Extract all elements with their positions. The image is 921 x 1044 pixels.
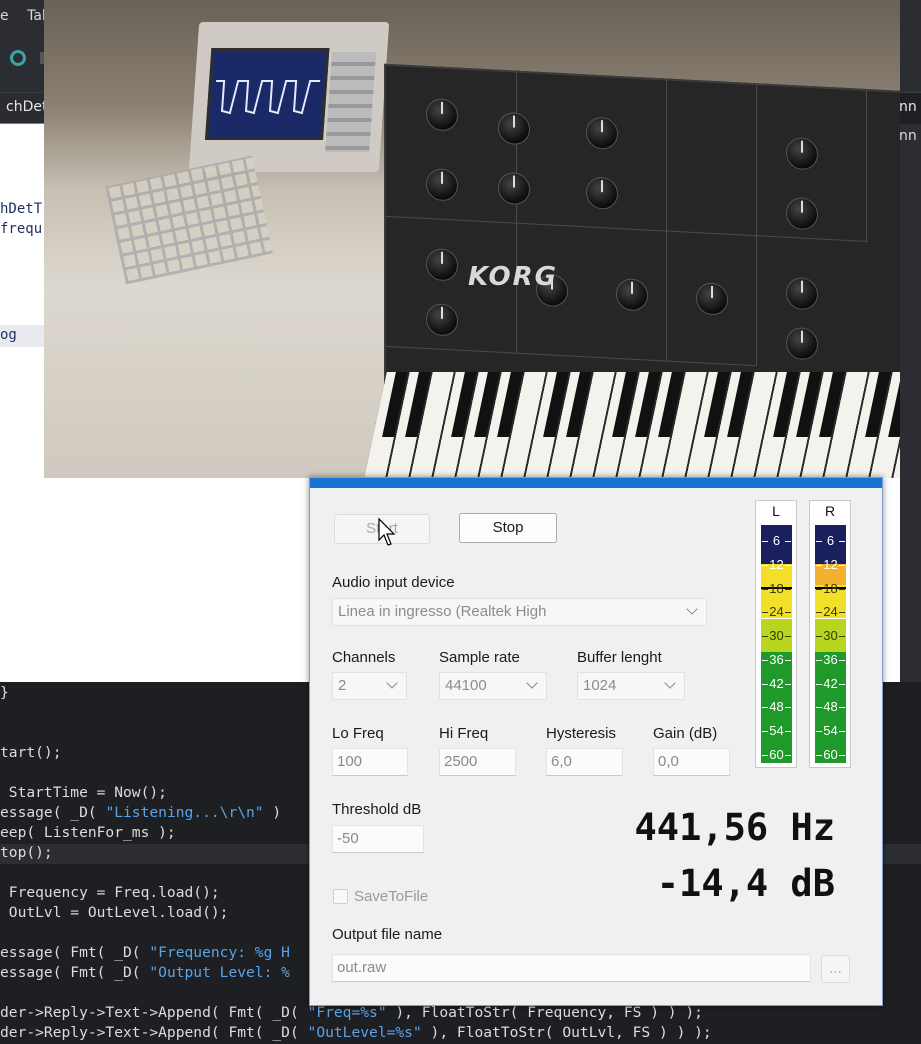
threshold-label: Threshold dB: [332, 801, 422, 818]
meter-tick-label: 30: [815, 629, 846, 643]
chevron-down-icon: [386, 677, 398, 689]
code-brace: }: [0, 684, 9, 701]
code-line: Frequency = Freq.load();: [0, 884, 220, 901]
code-line: eep( ListenFor_ms );: [0, 824, 176, 841]
hysteresis-label: Hysteresis: [546, 725, 617, 742]
audio-device-label: Audio input device: [332, 574, 455, 591]
meter-tick-label: 42: [815, 676, 846, 691]
lo-freq-input[interactable]: 100: [332, 748, 408, 776]
meter-tick-label: 36: [761, 652, 792, 667]
form-text-3: og: [0, 327, 17, 343]
form-text-1: hDetT: [0, 201, 43, 217]
meter-tick-label: 18: [815, 581, 846, 596]
output-file-label: Output file name: [332, 926, 443, 943]
level-readout: -14,4 dB: [656, 862, 835, 905]
video-overlay: KORG: [44, 0, 900, 478]
gain-input[interactable]: 0,0: [653, 748, 730, 776]
meter-left: L 6 12 18 24 30 36 42 48 54 60: [755, 500, 797, 768]
audio-device-select[interactable]: Linea in ingresso (Realtek High: [332, 598, 707, 626]
output-file-input[interactable]: out.raw: [332, 954, 811, 982]
meter-tick-label: 6: [815, 534, 846, 548]
oscilloscope-controls: [325, 52, 377, 152]
sample-rate-label: Sample rate: [439, 649, 520, 666]
audio-device-value: Linea in ingresso (Realtek High: [338, 603, 547, 620]
meter-tick-label: 18: [761, 581, 792, 596]
code-line: essage( Fmt( _D( "Output Level: %: [0, 964, 290, 981]
meter-right-label: R: [824, 503, 836, 519]
chevron-down-icon: [526, 677, 538, 689]
dialog-titlebar[interactable]: [310, 478, 882, 488]
save-to-file-checkbox[interactable]: [333, 889, 348, 904]
channels-select[interactable]: 2: [332, 672, 407, 700]
run-icon[interactable]: [10, 50, 26, 66]
buffer-length-select[interactable]: 1024: [577, 672, 685, 700]
oscilloscope-screen: [204, 48, 330, 140]
stop-button[interactable]: Stop: [459, 513, 557, 543]
sample-rate-select[interactable]: 44100: [439, 672, 547, 700]
code-line: essage( Fmt( _D( "Frequency: %g H: [0, 944, 290, 961]
meter-tick-label: 24: [761, 605, 792, 619]
meter-left-label: L: [772, 503, 780, 519]
meter-right-bar: 6 12 18 24 30 36 42 48 54 60: [815, 525, 846, 763]
menu-item-partial[interactable]: e: [0, 8, 9, 24]
meter-tick-label: 48: [815, 700, 846, 714]
buffer-length-value: 1024: [583, 677, 617, 694]
meter-tick-label: 54: [761, 724, 792, 738]
right-panel-label: nn: [899, 128, 917, 144]
code-line: StartTime = Now();: [0, 784, 167, 801]
sample-rate-value: 44100: [445, 677, 487, 694]
hi-freq-label: Hi Freq: [439, 725, 489, 742]
meter-tick-label: 30: [761, 629, 792, 643]
meter-tick-label: 12: [761, 557, 792, 572]
mouse-cursor-icon: [378, 517, 396, 546]
synth-black-keys: [367, 372, 900, 437]
synth-brand-logo: KORG: [468, 262, 558, 292]
lo-freq-label: Lo Freq: [332, 725, 384, 742]
code-line: der->Reply->Text->Append( Fmt( _D( "Freq…: [0, 1004, 703, 1021]
chevron-down-icon: [664, 677, 676, 689]
code-line: der->Reply->Text->Append( Fmt( _D( "OutL…: [0, 1024, 712, 1041]
pitch-detect-dialog: Start Stop Audio input device Linea in i…: [309, 477, 883, 1006]
hi-freq-input[interactable]: 2500: [439, 748, 516, 776]
meter-tick-label: 24: [815, 605, 846, 619]
meter-tick-label: 54: [815, 724, 846, 738]
hysteresis-input[interactable]: 6,0: [546, 748, 623, 776]
meter-tick-label: 36: [815, 652, 846, 667]
code-line: tart();: [0, 744, 62, 761]
meter-left-bar: 6 12 18 24 30 36 42 48 54 60: [761, 525, 792, 763]
chevron-down-icon: [686, 603, 698, 615]
code-line: OutLvl = OutLevel.load();: [0, 904, 229, 921]
meter-tick-label: 48: [761, 700, 792, 714]
ide-right-panel: nn: [899, 124, 921, 684]
browse-button[interactable]: ...: [821, 955, 850, 983]
meter-tick-label: 6: [761, 534, 792, 548]
editor-tab-right[interactable]: nn: [899, 93, 921, 123]
save-to-file-label[interactable]: SaveToFile: [354, 888, 428, 905]
code-line: essage( _D( "Listening...\r\n" ): [0, 804, 282, 821]
oscilloscope: [188, 22, 390, 172]
frequency-readout: 441,56 Hz: [634, 806, 835, 849]
buffer-length-label: Buffer lenght: [577, 649, 662, 666]
meter-tick-label: 42: [761, 676, 792, 691]
threshold-input[interactable]: -50: [332, 825, 424, 853]
channels-label: Channels: [332, 649, 396, 666]
meter-right: R 6 12 18 24 30 36 42 48 54 60: [809, 500, 851, 768]
meter-tick-label: 60: [815, 748, 846, 762]
drafting-template: [105, 155, 273, 285]
form-text-2: frequ: [0, 221, 43, 237]
gain-label: Gain (dB): [653, 725, 718, 742]
meter-tick-label: 60: [761, 748, 792, 762]
meter-tick-label: 12: [815, 557, 846, 572]
channels-value: 2: [338, 677, 347, 694]
